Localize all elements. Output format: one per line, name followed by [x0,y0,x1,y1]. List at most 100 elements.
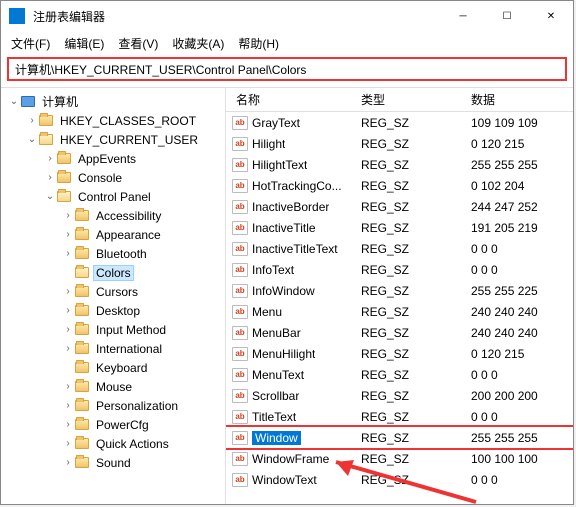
col-name[interactable]: 名称 [226,91,351,108]
tree-item-bluetooth[interactable]: ›Bluetooth [1,244,225,263]
value-name: HotTrackingCo... [252,179,342,193]
tree-item-control-panel[interactable]: ⌄Control Panel [1,187,225,206]
value-row-hilighttext[interactable]: HilightTextREG_SZ255 255 255 [226,154,573,175]
menu-favorites[interactable]: 收藏夹(A) [172,35,224,52]
tree-item--[interactable]: ⌄计算机 [1,92,225,111]
value-row-menutext[interactable]: MenuTextREG_SZ0 0 0 [226,364,573,385]
value-row-scrollbar[interactable]: ScrollbarREG_SZ200 200 200 [226,385,573,406]
tree-item-mouse[interactable]: ›Mouse [1,377,225,396]
tree-item-cursors[interactable]: ›Cursors [1,282,225,301]
value-data: 255 255 255 [461,158,573,172]
value-name: MenuBar [252,326,301,340]
twisty-icon[interactable]: › [61,324,75,335]
folder-icon [75,342,91,356]
value-row-menu[interactable]: MenuREG_SZ240 240 240 [226,301,573,322]
value-row-menuhilight[interactable]: MenuHilightREG_SZ0 120 215 [226,343,573,364]
twisty-icon[interactable]: ⌄ [7,96,21,107]
string-value-icon [232,410,248,424]
menubar: 文件(F) 编辑(E) 查看(V) 收藏夹(A) 帮助(H) [1,31,573,55]
value-name: InactiveTitle [252,221,316,235]
app-icon [9,8,25,24]
twisty-icon[interactable]: › [61,457,75,468]
twisty-icon[interactable]: › [61,305,75,316]
value-name: Menu [252,305,282,319]
tree-item-international[interactable]: ›International [1,339,225,358]
string-value-icon [232,305,248,319]
value-name: MenuHilight [252,347,315,361]
value-row-titletext[interactable]: TitleTextREG_SZ0 0 0 [226,406,573,427]
string-value-icon [232,242,248,256]
twisty-icon[interactable]: › [61,381,75,392]
folder-icon [75,399,91,413]
tree-item-accessibility[interactable]: ›Accessibility [1,206,225,225]
value-row-hottrackingco-[interactable]: HotTrackingCo...REG_SZ0 102 204 [226,175,573,196]
content-area: ⌄计算机›HKEY_CLASSES_ROOT⌄HKEY_CURRENT_USER… [1,87,573,504]
value-data: 200 200 200 [461,389,573,403]
menu-edit[interactable]: 编辑(E) [64,35,104,52]
twisty-icon[interactable]: › [25,115,39,126]
tree-item-quick-actions[interactable]: ›Quick Actions [1,434,225,453]
value-data: 240 240 240 [461,326,573,340]
value-row-inactivetitle[interactable]: InactiveTitleREG_SZ191 205 219 [226,217,573,238]
tree-item-keyboard[interactable]: Keyboard [1,358,225,377]
menu-view[interactable]: 查看(V) [118,35,158,52]
tree-item-powercfg[interactable]: ›PowerCfg [1,415,225,434]
tree-item-colors[interactable]: Colors [1,263,225,282]
tree-panel[interactable]: ⌄计算机›HKEY_CLASSES_ROOT⌄HKEY_CURRENT_USER… [1,88,226,504]
tree-item-label: Desktop [94,304,142,318]
twisty-icon[interactable]: › [61,419,75,430]
col-data[interactable]: 数据 [461,91,573,108]
list-body[interactable]: GrayTextREG_SZ109 109 109HilightREG_SZ0 … [226,112,573,504]
value-row-inactiveborder[interactable]: InactiveBorderREG_SZ244 247 252 [226,196,573,217]
value-row-inactivetitletext[interactable]: InactiveTitleTextREG_SZ0 0 0 [226,238,573,259]
tree-item-console[interactable]: ›Console [1,168,225,187]
value-row-windowframe[interactable]: WindowFrameREG_SZ100 100 100 [226,448,573,469]
menu-help[interactable]: 帮助(H) [238,35,279,52]
tree-item-label: Keyboard [94,361,149,375]
value-row-infowindow[interactable]: InfoWindowREG_SZ255 255 225 [226,280,573,301]
twisty-icon[interactable]: › [61,438,75,449]
twisty-icon[interactable]: › [61,210,75,221]
value-row-menubar[interactable]: MenuBarREG_SZ240 240 240 [226,322,573,343]
twisty-icon[interactable]: › [61,229,75,240]
value-row-infotext[interactable]: InfoTextREG_SZ0 0 0 [226,259,573,280]
twisty-icon[interactable]: › [61,286,75,297]
twisty-icon[interactable]: ⌄ [25,134,39,145]
string-value-icon [232,326,248,340]
maximize-button[interactable]: ☐ [485,1,529,31]
twisty-icon[interactable]: › [61,343,75,354]
twisty-icon[interactable]: › [61,400,75,411]
tree-item-appearance[interactable]: ›Appearance [1,225,225,244]
tree-item-personalization[interactable]: › Personalization [1,396,225,415]
value-name: InactiveTitleText [252,242,338,256]
value-data: 255 255 255 [461,431,573,445]
folder-icon [75,361,91,375]
value-name: TitleText [252,410,296,424]
col-type[interactable]: 类型 [351,91,461,108]
string-value-icon [232,368,248,382]
value-row-hilight[interactable]: HilightREG_SZ0 120 215 [226,133,573,154]
close-button[interactable]: ✕ [529,1,573,31]
menu-file[interactable]: 文件(F) [11,35,50,52]
tree-item-label: Personalization [94,399,180,413]
value-type: REG_SZ [351,200,461,214]
value-name: MenuText [252,368,304,382]
tree-item-input-method[interactable]: ›Input Method [1,320,225,339]
minimize-button[interactable]: ─ [441,1,485,31]
twisty-icon[interactable]: › [43,153,57,164]
string-value-icon [232,179,248,193]
value-row-graytext[interactable]: GrayTextREG_SZ109 109 109 [226,112,573,133]
tree-item-sound[interactable]: ›Sound [1,453,225,472]
twisty-icon[interactable]: › [43,172,57,183]
value-type: REG_SZ [351,431,461,445]
value-row-windowtext[interactable]: WindowTextREG_SZ0 0 0 [226,469,573,490]
address-bar[interactable]: 计算机\HKEY_CURRENT_USER\Control Panel\Colo… [7,57,567,81]
value-row-window[interactable]: WindowREG_SZ255 255 255 [226,427,573,448]
tree-item-hkey-classes-root[interactable]: ›HKEY_CLASSES_ROOT [1,111,225,130]
tree-item-desktop[interactable]: › Desktop [1,301,225,320]
twisty-icon[interactable]: ⌄ [43,191,57,202]
twisty-icon[interactable]: › [61,248,75,259]
folder-icon [75,266,91,280]
tree-item-appevents[interactable]: ›AppEvents [1,149,225,168]
tree-item-hkey-current-user[interactable]: ⌄HKEY_CURRENT_USER [1,130,225,149]
